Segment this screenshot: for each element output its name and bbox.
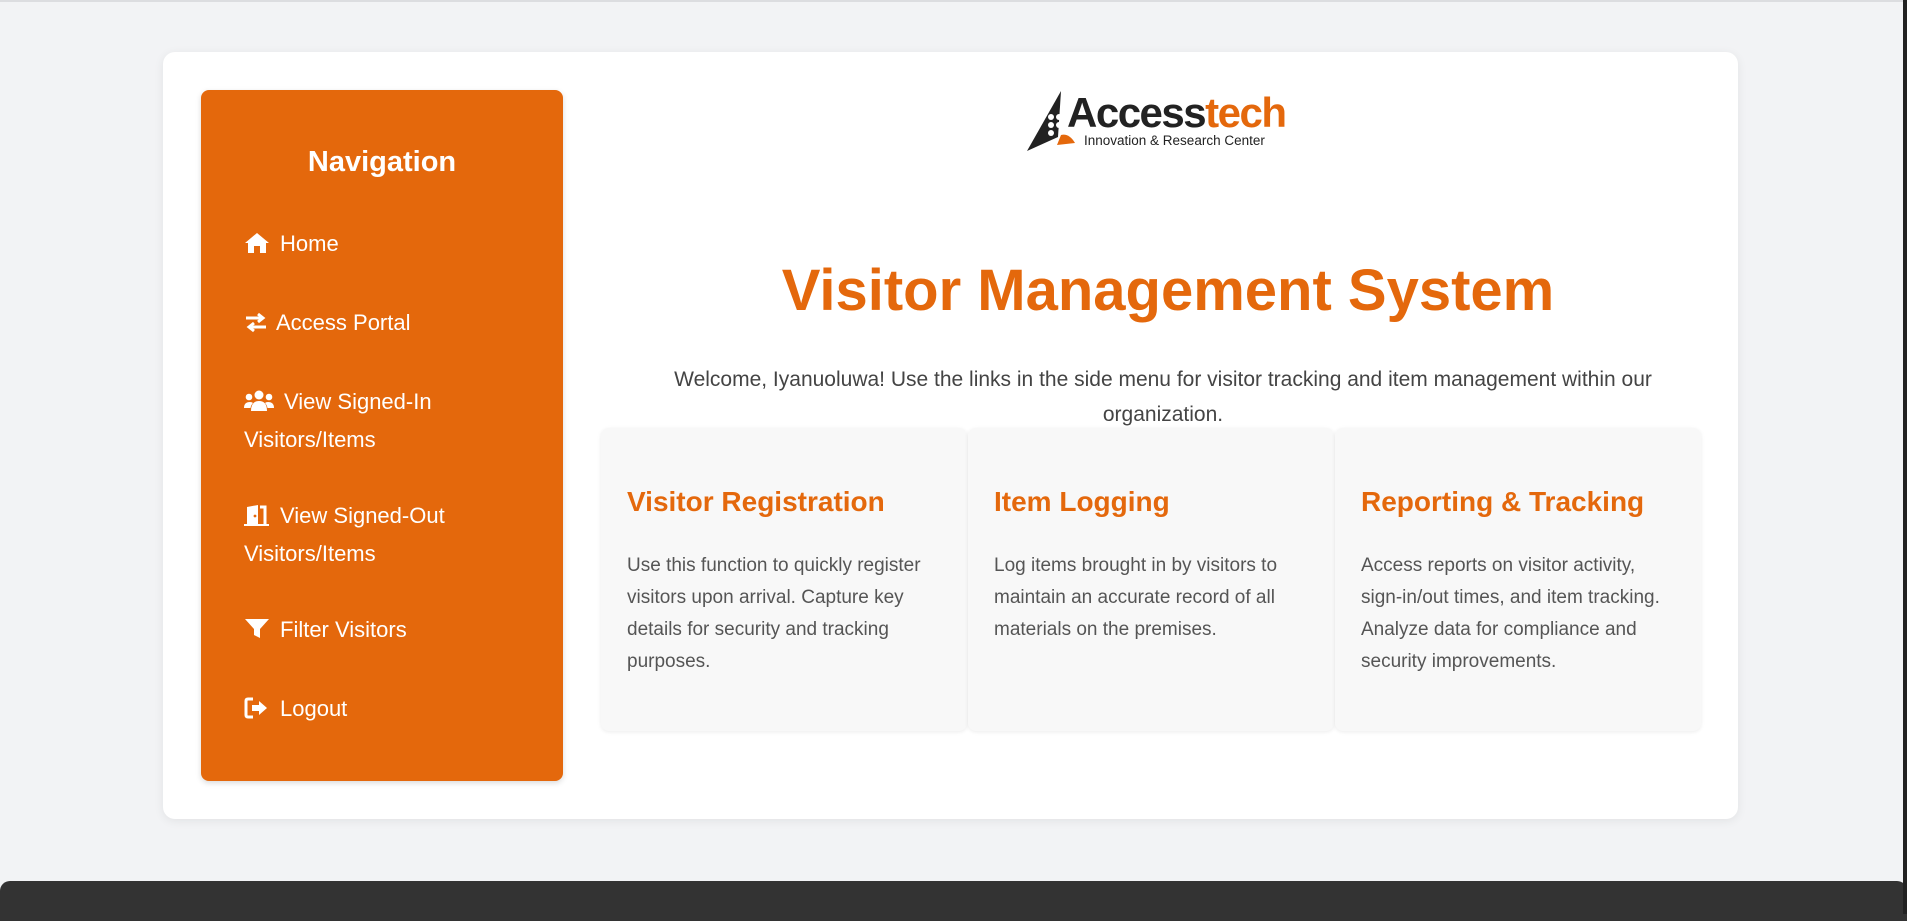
accesstech-logo: Accesstech Innovation & Research Center <box>1025 89 1287 155</box>
sidebar-item-filter-visitors[interactable]: Filter Visitors <box>244 612 534 650</box>
sidebar-item-signed-out[interactable]: View Signed-Out Visitors/Items <box>244 498 534 571</box>
users-icon <box>244 387 274 422</box>
feature-title: Reporting & Tracking <box>1361 486 1645 517</box>
feature-description: Log items brought in by visitors to main… <box>994 555 1278 640</box>
filter-icon <box>244 615 270 650</box>
feature-title: Item Logging <box>994 486 1170 517</box>
logo-wordmark: Accesstech <box>1067 89 1287 136</box>
sidebar: Navigation Home Access Portal View Signe… <box>201 90 563 781</box>
sidebar-item-label: Filter Visitors <box>280 617 407 642</box>
sidebar-item-logout[interactable]: Logout <box>244 691 534 729</box>
feature-description: Use this function to quickly register vi… <box>627 555 921 672</box>
sidebar-item-home[interactable]: Home <box>244 226 534 264</box>
feature-card-visitor-registration: Visitor Registration Use this function t… <box>601 428 967 731</box>
sidebar-item-label: Home <box>280 231 339 256</box>
home-icon <box>244 229 270 264</box>
feature-description: Access reports on visitor activity, sign… <box>1361 555 1660 672</box>
swap-arrows-icon <box>244 308 268 343</box>
feature-title: Visitor Registration <box>627 486 885 517</box>
door-exit-icon <box>244 501 270 536</box>
page-footer <box>0 881 1907 921</box>
logo-tagline: Innovation & Research Center <box>1084 133 1265 148</box>
sidebar-item-access-portal[interactable]: Access Portal <box>244 305 534 343</box>
feature-card-reporting-tracking: Reporting & Tracking Access reports on v… <box>1335 428 1701 731</box>
main-content: Accesstech Innovation & Research Center … <box>598 52 1738 819</box>
browser-top-border <box>0 0 1907 2</box>
sidebar-item-label: Access Portal <box>276 310 411 335</box>
main-card: Navigation Home Access Portal View Signe… <box>163 52 1738 819</box>
sidebar-title: Navigation <box>307 146 457 178</box>
sidebar-item-signed-in[interactable]: View Signed-In Visitors/Items <box>244 384 534 457</box>
welcome-message: Welcome, Iyanuoluwa! Use the links in th… <box>674 368 1652 426</box>
sidebar-item-label: Logout <box>280 696 348 721</box>
sidebar-item-label: View Signed-Out Visitors/Items <box>244 503 445 566</box>
scrollbar[interactable] <box>1903 0 1907 914</box>
logout-icon <box>244 694 270 729</box>
feature-card-item-logging: Item Logging Log items brought in by vis… <box>968 428 1334 731</box>
page-title: Visitor Management System <box>781 258 1555 323</box>
